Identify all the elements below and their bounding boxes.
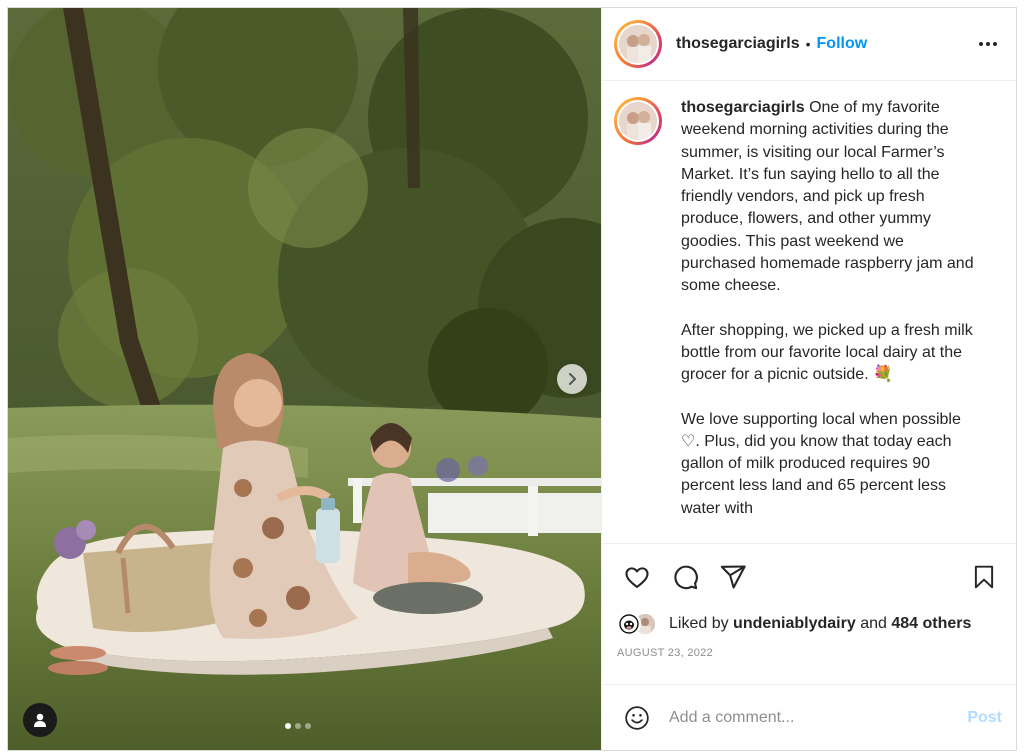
comment-input[interactable] (669, 708, 958, 727)
author-avatar[interactable] (614, 20, 662, 68)
liker-avatar-dairy[interactable] (617, 612, 641, 636)
likes-prefix: Liked by (669, 615, 734, 632)
share-icon[interactable] (717, 561, 749, 593)
likes-summary: Liked by undeniablydairy and 484 others (669, 615, 971, 633)
likes-middle: and (855, 615, 892, 632)
carousel-dot (295, 723, 301, 729)
carousel-dot-active (285, 723, 291, 729)
caption-text: thosegarciagirls One of my favorite week… (681, 97, 981, 543)
caption-paragraph-3: We love supporting local when possible ♡… (681, 410, 961, 517)
header-separator: • (805, 36, 811, 52)
caption-avatar[interactable] (614, 97, 662, 145)
liker-avatars (617, 611, 661, 637)
post-header: thosegarciagirls • Follow (602, 8, 1016, 81)
carousel-indicators (285, 723, 311, 729)
liker-username[interactable]: undeniablydairy (733, 615, 856, 632)
follow-button[interactable]: Follow (817, 35, 868, 53)
likes-row: Liked by undeniablydairy and 484 others (602, 609, 1016, 639)
comment-icon[interactable] (669, 561, 701, 593)
carousel-dot (305, 723, 311, 729)
comment-bar: Post (602, 684, 1016, 750)
action-bar (602, 543, 1016, 609)
more-options-icon[interactable] (974, 34, 1002, 54)
likes-others-count[interactable]: 484 others (891, 615, 971, 632)
tagged-users-button[interactable] (23, 703, 57, 737)
instagram-post: thosegarciagirls • Follow thosegarciagir… (7, 7, 1017, 751)
caption-username[interactable]: thosegarciagirls (681, 99, 805, 116)
avatar-photo (619, 25, 657, 63)
emoji-icon[interactable] (621, 702, 653, 734)
post-date[interactable]: AUGUST 23, 2022 (602, 639, 1016, 679)
heart-icon[interactable] (621, 561, 653, 593)
avatar-photo (619, 102, 657, 140)
next-image-button[interactable] (557, 364, 587, 394)
author-username[interactable]: thosegarciagirls (676, 35, 800, 53)
post-side-panel: thosegarciagirls • Follow thosegarciagir… (601, 8, 1016, 750)
caption-area: thosegarciagirls One of my favorite week… (602, 81, 1016, 543)
caption-paragraph-1: One of my favorite weekend morning activ… (681, 99, 974, 295)
post-comment-button[interactable]: Post (967, 709, 1002, 727)
post-photo[interactable] (8, 8, 601, 750)
caption-paragraph-2: After shopping, we picked up a fresh mil… (681, 321, 973, 384)
chevron-right-icon (569, 373, 576, 385)
cow-logo-icon (619, 614, 639, 634)
picnic-photo (8, 8, 601, 750)
user-icon (34, 713, 46, 727)
bookmark-icon[interactable] (968, 561, 1000, 593)
